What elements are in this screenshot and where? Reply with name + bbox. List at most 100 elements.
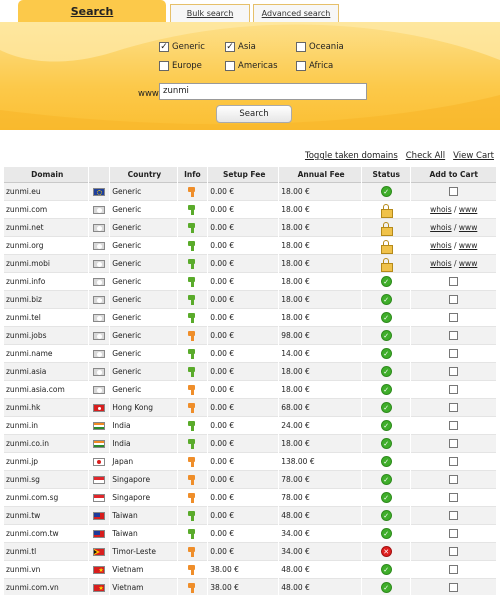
tab-advanced-search[interactable]: Advanced search (253, 4, 339, 22)
available-check-icon: ✓ (380, 294, 392, 305)
region-oceania[interactable]: Oceania (296, 42, 344, 52)
add-to-cart-checkbox[interactable] (449, 313, 459, 323)
annual-fee-cell: 18.00 € (279, 255, 361, 273)
info-icon[interactable] (187, 420, 197, 431)
column-header-setup-fee[interactable]: Setup Fee (208, 167, 279, 183)
www-link[interactable]: www (459, 223, 477, 232)
info-icon[interactable] (187, 456, 197, 467)
info-icon[interactable] (187, 276, 197, 287)
region-generic-label: Generic (172, 42, 205, 52)
info-icon[interactable] (187, 258, 197, 269)
add-to-cart-checkbox[interactable] (449, 583, 459, 593)
add-to-cart-checkbox[interactable] (449, 349, 459, 359)
country-cell: Generic (110, 363, 177, 381)
region-africa[interactable]: Africa (296, 61, 333, 71)
tab-bulk-search[interactable]: Bulk search (170, 4, 250, 22)
column-header-domain[interactable]: Domain (4, 167, 89, 183)
column-header-info: Info (177, 167, 208, 183)
region-europe-checkbox[interactable] (159, 61, 169, 71)
add-to-cart-checkbox[interactable] (449, 331, 459, 341)
add-to-cart-checkbox[interactable] (449, 187, 459, 197)
add-to-cart-checkbox[interactable] (449, 439, 459, 449)
whois-link[interactable]: whois (430, 223, 451, 232)
domain-cell: zunmi.com (4, 201, 89, 219)
info-icon[interactable] (187, 222, 197, 233)
generic-flag-icon (93, 386, 106, 394)
add-to-cart-cell (411, 417, 496, 435)
whois-link[interactable]: whois (430, 241, 451, 250)
info-icon[interactable] (187, 348, 197, 359)
region-americas[interactable]: Americas (225, 61, 278, 71)
available-check-icon: ✓ (380, 474, 392, 485)
domain-cell: zunmi.org (4, 237, 89, 255)
www-link[interactable]: www (459, 259, 477, 268)
flag-cell (89, 363, 110, 381)
region-asia-checkbox[interactable]: ✓ (225, 42, 235, 52)
region-oceania-checkbox[interactable] (296, 42, 306, 52)
info-icon[interactable] (187, 402, 197, 413)
region-americas-checkbox[interactable] (225, 61, 235, 71)
info-icon[interactable] (187, 438, 197, 449)
add-to-cart-checkbox[interactable] (449, 295, 459, 305)
search-button[interactable]: Search (216, 105, 292, 123)
view-cart-link[interactable]: View Cart (453, 151, 494, 161)
info-icon[interactable] (187, 330, 197, 341)
region-asia[interactable]: ✓ Asia (225, 42, 256, 52)
column-header-add-to-cart: Add to Cart (411, 167, 496, 183)
setup-fee-cell: 38.00 € (208, 561, 279, 579)
whois-link[interactable]: whois (430, 259, 451, 268)
add-to-cart-checkbox[interactable] (449, 475, 459, 485)
add-to-cart-checkbox[interactable] (449, 565, 459, 575)
info-icon[interactable] (187, 240, 197, 251)
generic-flag-icon (93, 314, 106, 322)
unavailable-x-icon: ✕ (380, 546, 392, 557)
info-icon[interactable] (187, 564, 197, 575)
toggle-taken-domains-link[interactable]: Toggle taken domains (305, 151, 398, 161)
tab-search[interactable]: Search (18, 0, 166, 22)
annual-fee-cell: 48.00 € (279, 561, 361, 579)
available-check-icon: ✓ (380, 402, 392, 413)
www-link[interactable]: www (459, 205, 477, 214)
info-icon[interactable] (187, 366, 197, 377)
add-to-cart-checkbox[interactable] (449, 403, 459, 413)
add-to-cart-checkbox[interactable] (449, 493, 459, 503)
add-to-cart-checkbox[interactable] (449, 457, 459, 467)
info-icon[interactable] (187, 528, 197, 539)
info-icon[interactable] (187, 204, 197, 215)
add-to-cart-checkbox[interactable] (449, 529, 459, 539)
whois-link[interactable]: whois (430, 205, 451, 214)
www-link[interactable]: www (459, 241, 477, 250)
add-to-cart-checkbox[interactable] (449, 421, 459, 431)
info-icon[interactable] (187, 186, 197, 197)
region-generic-checkbox[interactable]: ✓ (159, 42, 169, 52)
link-separator: / (454, 223, 457, 232)
region-africa-checkbox[interactable] (296, 61, 306, 71)
column-header-annual-fee[interactable]: Annual Fee (279, 167, 361, 183)
add-to-cart-checkbox[interactable] (449, 277, 459, 287)
info-icon[interactable] (187, 474, 197, 485)
info-icon[interactable] (187, 492, 197, 503)
info-icon[interactable] (187, 294, 197, 305)
info-icon[interactable] (187, 510, 197, 521)
country-cell: Generic (110, 273, 177, 291)
annual-fee-cell: 18.00 € (279, 183, 361, 201)
check-all-link[interactable]: Check All (406, 151, 445, 161)
info-icon[interactable] (187, 546, 197, 557)
annual-fee-cell: 18.00 € (279, 237, 361, 255)
column-header-country[interactable]: Country (110, 167, 177, 183)
region-europe[interactable]: Europe (159, 61, 202, 71)
country-cell: Generic (110, 219, 177, 237)
add-to-cart-cell (411, 543, 496, 561)
add-to-cart-checkbox[interactable] (449, 385, 459, 395)
add-to-cart-checkbox[interactable] (449, 511, 459, 521)
add-to-cart-checkbox[interactable] (449, 547, 459, 557)
info-cell (177, 453, 208, 471)
domain-cell: zunmi.mobi (4, 255, 89, 273)
info-icon[interactable] (187, 312, 197, 323)
region-generic[interactable]: ✓ Generic (159, 42, 205, 52)
domain-search-input[interactable]: zunmi (159, 83, 367, 100)
country-cell: Taiwan (110, 507, 177, 525)
add-to-cart-checkbox[interactable] (449, 367, 459, 377)
info-icon[interactable] (187, 384, 197, 395)
info-icon[interactable] (187, 582, 197, 593)
